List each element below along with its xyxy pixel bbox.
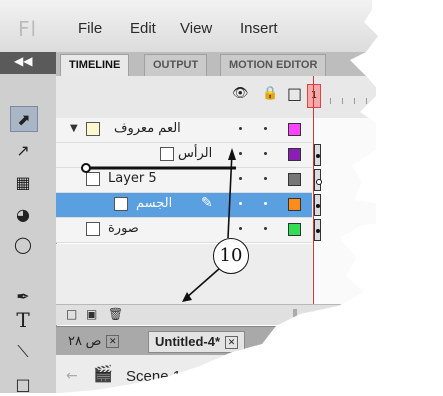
callout-number: 10 (213, 238, 249, 274)
arrow-line (185, 267, 221, 299)
pointer-dot (81, 163, 91, 173)
annotation-overlay (81, 148, 236, 302)
arrow-line (227, 151, 233, 239)
arrow-head (228, 148, 236, 160)
